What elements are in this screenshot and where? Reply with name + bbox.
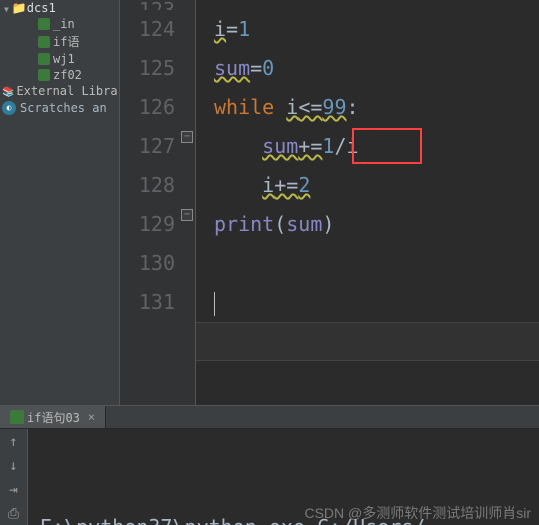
code-editor[interactable]: 123 124 125 126 − 127 128 − 129 130 131 … — [120, 0, 539, 405]
line-number: 128 — [120, 166, 175, 205]
console-toolbar: ↑ ↓ ⇥ ⎙ — [0, 429, 28, 525]
scroll-up-button[interactable]: ↑ — [5, 433, 23, 451]
print-button[interactable]: ⎙ — [5, 505, 23, 523]
current-line-highlight — [196, 322, 539, 361]
external-libraries[interactable]: External Libra — [0, 83, 119, 99]
code-line-129: print(sum) — [214, 205, 539, 244]
code-line — [214, 0, 539, 10]
folder-icon: 📁 — [12, 1, 27, 15]
line-number: 130 — [120, 244, 175, 283]
project-sidebar[interactable]: 📁 dcs1 _in if语 wj1 zf02 External Libra ◐… — [0, 0, 120, 405]
lib-label: External Libra — [16, 84, 117, 98]
scroll-down-button[interactable]: ↓ — [5, 457, 23, 475]
code-area[interactable]: i=1 sum=0 while i<=99: sum+=1/i i+=2 pri… — [196, 0, 539, 405]
code-line-126: while i<=99: — [214, 88, 539, 127]
line-number: 127 — [120, 127, 175, 166]
line-number: 124 — [120, 10, 175, 49]
expand-icon[interactable] — [4, 1, 12, 15]
python-file-icon — [38, 36, 50, 48]
watermark: CSDN @多测师软件测试培训师肖sir — [304, 503, 531, 523]
library-icon — [2, 84, 16, 98]
tree-file-init[interactable]: _in — [0, 16, 119, 32]
tree-folder-dcs1[interactable]: 📁 dcs1 — [0, 0, 119, 16]
python-file-icon — [38, 53, 50, 65]
file-label: _in — [53, 17, 75, 31]
code-line-128: i+=2 — [214, 166, 539, 205]
tree-file-wj1[interactable]: wj1 — [0, 51, 119, 67]
text-cursor — [214, 292, 215, 316]
file-label: wj1 — [53, 52, 75, 66]
code-line-131 — [214, 283, 539, 322]
scratches-row[interactable]: ◐ Scratches an — [0, 99, 119, 117]
fold-end-icon[interactable]: − — [181, 209, 193, 221]
code-line-127: sum+=1/i — [214, 127, 539, 166]
line-number: 123 — [120, 0, 175, 10]
python-file-icon — [10, 410, 24, 424]
line-number: 129 — [120, 205, 175, 244]
soft-wrap-button[interactable]: ⇥ — [5, 481, 23, 499]
line-number: 126 — [120, 88, 175, 127]
python-file-icon — [38, 18, 50, 30]
line-number: 125 — [120, 49, 175, 88]
scratch-icon: ◐ — [2, 101, 16, 115]
run-tab-bar: if语句03 × — [0, 405, 539, 429]
close-icon[interactable]: × — [88, 410, 95, 424]
gutter[interactable]: 123 124 125 126 − 127 128 − 129 130 131 — [120, 0, 196, 405]
scratches-label: Scratches an — [20, 101, 107, 115]
code-line-130 — [214, 244, 539, 283]
code-line-125: sum=0 — [214, 49, 539, 88]
run-tab[interactable]: if语句03 × — [0, 406, 106, 428]
file-label: if语 — [53, 33, 79, 50]
tab-label: if语句03 — [27, 409, 80, 426]
python-file-icon — [38, 69, 50, 81]
folder-label: dcs1 — [27, 1, 56, 15]
tree-file-zf02[interactable]: zf02 — [0, 67, 119, 83]
code-line-124: i=1 — [214, 10, 539, 49]
fold-start-icon[interactable]: − — [181, 131, 193, 143]
tree-file-if[interactable]: if语 — [0, 32, 119, 51]
line-number: 131 — [120, 283, 175, 322]
file-label: zf02 — [53, 68, 82, 82]
